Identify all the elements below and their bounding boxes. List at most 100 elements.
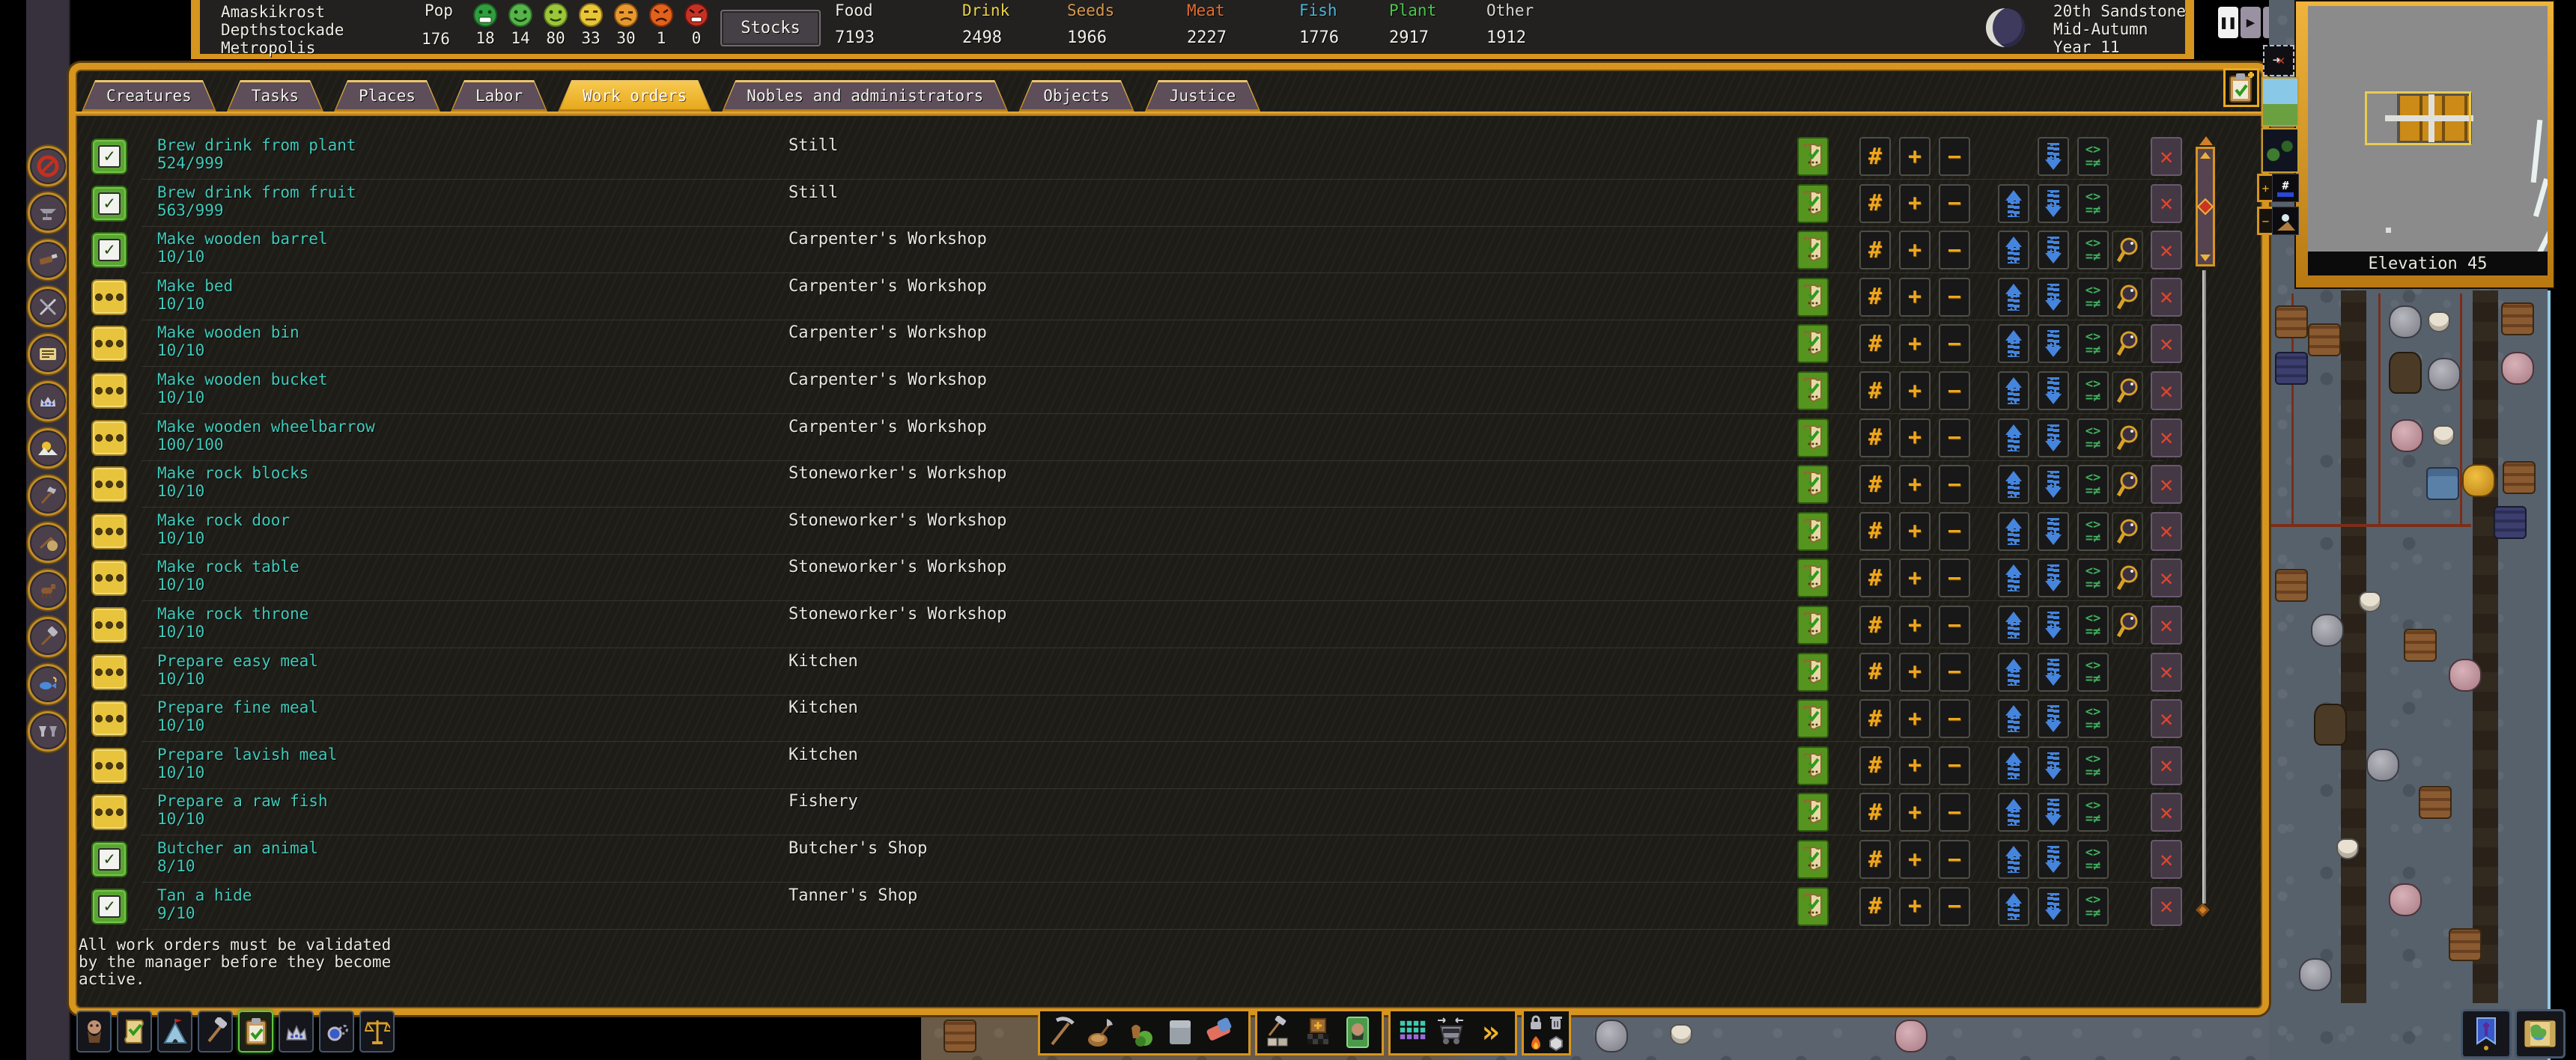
forbid-lock-icon[interactable]	[1526, 1013, 1546, 1032]
order-set-amount-button[interactable]: #	[1859, 184, 1891, 223]
order-move-up-button[interactable]	[1998, 840, 2029, 879]
written-scroll-icon[interactable]	[28, 334, 68, 374]
order-move-up-button[interactable]	[1998, 887, 2029, 926]
order-set-amount-button[interactable]: #	[1859, 699, 1891, 738]
tab-nobles-and-administrators[interactable]: Nobles and administrators	[722, 80, 1008, 112]
order-move-down-button[interactable]	[2038, 746, 2069, 785]
order-validated-scroll-icon[interactable]	[1797, 746, 1829, 785]
order-move-up-button[interactable]	[1998, 371, 2029, 410]
work-order-row[interactable]: ✓ Butcher an animal 8/10 Butcher's Shop …	[82, 836, 2208, 883]
order-increase-button[interactable]: +	[1899, 887, 1931, 926]
work-order-row[interactable]: ✓ Make wooden wheelbarrow 100/100 Carpen…	[82, 415, 2208, 461]
order-move-up-button[interactable]	[1998, 793, 2029, 832]
build-structure-icon[interactable]	[1260, 1013, 1296, 1052]
order-status-toggle[interactable]: ✓	[91, 654, 127, 690]
order-status-toggle[interactable]: ✓	[91, 514, 127, 549]
crown-icon[interactable]	[28, 381, 68, 421]
order-details-magnifier-button[interactable]	[2112, 324, 2143, 363]
work-order-row[interactable]: ✓ Make wooden bin 10/10 Carpenter's Work…	[82, 320, 2208, 367]
order-move-down-button[interactable]	[2038, 371, 2069, 410]
order-move-down-button[interactable]	[2038, 465, 2069, 504]
order-move-up-button[interactable]	[1998, 558, 2029, 597]
zlevel-down-control[interactable]: −	[2257, 207, 2299, 235]
cavern-view-button[interactable]	[2261, 128, 2299, 173]
minimap-area[interactable]	[2308, 6, 2548, 252]
order-move-up-button[interactable]	[1998, 746, 2029, 785]
order-conditions-button[interactable]: <>=≠	[2077, 512, 2109, 551]
order-status-toggle[interactable]: ✓	[91, 326, 127, 362]
order-increase-button[interactable]: +	[1899, 418, 1931, 457]
order-decrease-button[interactable]: −	[1939, 184, 1970, 223]
tab-labor[interactable]: Labor	[451, 80, 547, 112]
order-remove-button[interactable]: ✕	[2151, 746, 2182, 785]
toolbar-labor-button[interactable]	[198, 1011, 233, 1053]
order-decrease-button[interactable]: −	[1939, 418, 1970, 457]
stockpile-grid-icon[interactable]	[1393, 1013, 1430, 1052]
work-order-row[interactable]: ✓ Make rock door 10/10 Stoneworker's Wor…	[82, 508, 2208, 555]
order-move-down-button[interactable]	[2038, 793, 2069, 832]
order-remove-button[interactable]: ✕	[2151, 512, 2182, 551]
order-validated-scroll-icon[interactable]	[1797, 465, 1829, 504]
order-move-up-button[interactable]	[1998, 606, 2029, 645]
order-increase-button[interactable]: +	[1899, 840, 1931, 879]
stop-follow-icon[interactable]: ➜✕	[2263, 45, 2294, 76]
order-move-down-button[interactable]	[2038, 324, 2069, 363]
work-order-row[interactable]: ✓ Make bed 10/10 Carpenter's Workshop # …	[82, 274, 2208, 320]
toolbar-justice-button[interactable]	[359, 1011, 395, 1053]
order-remove-button[interactable]: ✕	[2151, 699, 2182, 738]
order-set-amount-button[interactable]: #	[1859, 653, 1891, 692]
order-conditions-button[interactable]: <>=≠	[2077, 606, 2109, 645]
more-chevron-icon[interactable]: »	[1472, 1013, 1509, 1052]
order-validated-scroll-icon[interactable]	[1797, 840, 1829, 879]
order-move-up-button[interactable]	[1998, 512, 2029, 551]
order-validated-scroll-icon[interactable]	[1797, 324, 1829, 363]
new-work-order-button[interactable]	[2223, 68, 2259, 107]
order-set-amount-button[interactable]: #	[1859, 231, 1891, 269]
order-validated-scroll-icon[interactable]	[1797, 887, 1829, 926]
order-status-toggle[interactable]: ✓	[91, 889, 127, 925]
order-decrease-button[interactable]: −	[1939, 558, 1970, 597]
order-move-down-button[interactable]	[2038, 231, 2069, 269]
scrollbar-track[interactable]	[2202, 270, 2206, 904]
order-conditions-button[interactable]: <>=≠	[2077, 371, 2109, 410]
order-status-toggle[interactable]: ✓	[91, 607, 127, 643]
order-set-amount-button[interactable]: #	[1859, 793, 1891, 832]
toolbar-nobles-button[interactable]	[279, 1011, 314, 1053]
order-status-toggle[interactable]: ✓	[91, 794, 127, 830]
tab-tasks[interactable]: Tasks	[227, 80, 323, 112]
tab-work-orders[interactable]: Work orders	[558, 80, 711, 112]
order-increase-button[interactable]: +	[1899, 793, 1931, 832]
order-remove-button[interactable]: ✕	[2151, 606, 2182, 645]
order-status-toggle[interactable]: ✓	[91, 279, 127, 315]
order-status-toggle[interactable]: ✓	[91, 232, 127, 268]
order-conditions-button[interactable]: <>=≠	[2077, 418, 2109, 457]
zone-painting-icon[interactable]	[1339, 1013, 1376, 1052]
order-details-magnifier-button[interactable]	[2112, 465, 2143, 504]
order-validated-scroll-icon[interactable]	[1797, 512, 1829, 551]
sheathed-blade-icon[interactable]	[28, 240, 68, 280]
order-details-magnifier-button[interactable]	[2112, 371, 2143, 410]
crossed-swords-icon[interactable]	[28, 287, 68, 327]
order-conditions-button[interactable]: <>=≠	[2077, 653, 2109, 692]
hauling-route-icon[interactable]	[1433, 1013, 1469, 1052]
order-decrease-button[interactable]: −	[1939, 278, 1970, 317]
order-move-down-button[interactable]	[2038, 840, 2069, 879]
order-decrease-button[interactable]: −	[1939, 465, 1970, 504]
order-set-amount-button[interactable]: #	[1859, 558, 1891, 597]
work-order-row[interactable]: ✓ Make wooden barrel 10/10 Carpenter's W…	[82, 227, 2208, 273]
order-details-magnifier-button[interactable]	[2112, 606, 2143, 645]
order-increase-button[interactable]: +	[1899, 465, 1931, 504]
order-increase-button[interactable]: +	[1899, 606, 1931, 645]
order-remove-button[interactable]: ✕	[2151, 324, 2182, 363]
order-validated-scroll-icon[interactable]	[1797, 371, 1829, 410]
order-status-toggle[interactable]: ✓	[91, 138, 127, 174]
order-validated-scroll-icon[interactable]	[1797, 184, 1829, 223]
pick-and-sack-icon[interactable]	[28, 523, 68, 563]
order-set-amount-button[interactable]: #	[1859, 512, 1891, 551]
order-decrease-button[interactable]: −	[1939, 746, 1970, 785]
order-conditions-button[interactable]: <>=≠	[2077, 699, 2109, 738]
order-validated-scroll-icon[interactable]	[1797, 278, 1829, 317]
work-order-row[interactable]: ✓ Make rock blocks 10/10 Stoneworker's W…	[82, 461, 2208, 508]
gather-plants-icon[interactable]	[1122, 1013, 1158, 1052]
scrollbar-up-arrow[interactable]	[2199, 136, 2213, 145]
